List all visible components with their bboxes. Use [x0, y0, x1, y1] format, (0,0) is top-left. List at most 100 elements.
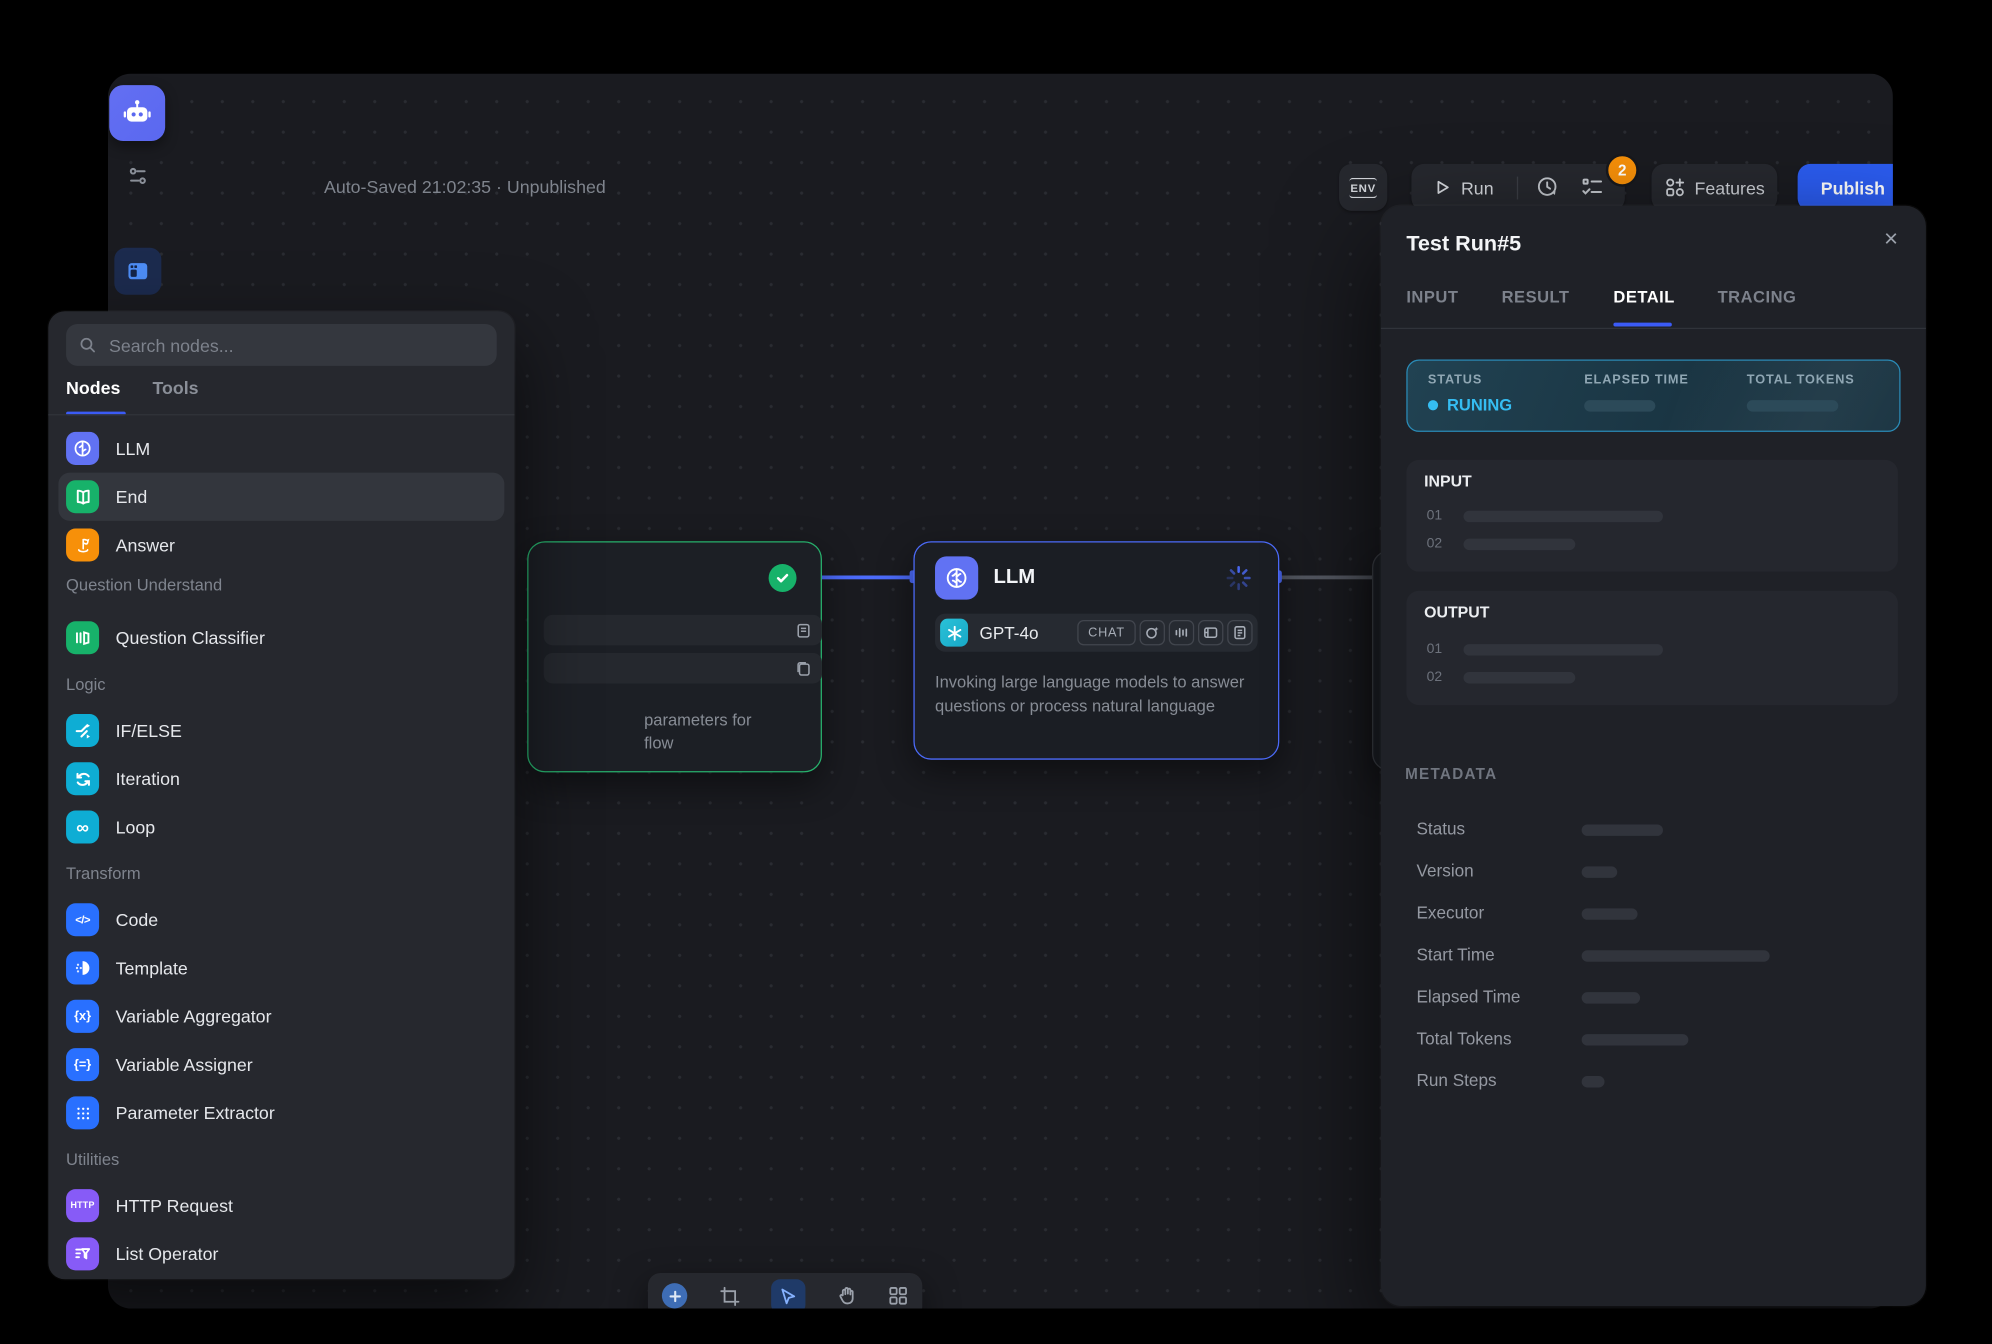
llm-node[interactable]: LLM GPT-4o CHAT	[913, 541, 1279, 760]
skeleton-bar	[1464, 510, 1663, 521]
brain-icon	[944, 565, 969, 590]
node-item-parameter-extractor[interactable]: Parameter Extractor	[58, 1089, 504, 1137]
braces-equals-icon: {=}	[66, 1048, 99, 1081]
skeleton-bar	[1582, 908, 1638, 919]
section-transform: Transform	[66, 860, 141, 885]
node-item-template[interactable]: Template	[58, 944, 504, 992]
skeleton-bar	[1582, 1076, 1605, 1087]
tab-detail[interactable]: DETAIL	[1613, 287, 1674, 306]
metadata-label: Elapsed Time	[1416, 987, 1520, 1006]
divider	[1381, 328, 1926, 329]
file-copy-icon	[795, 660, 812, 677]
total-tokens-label: TOTAL TOKENS	[1747, 373, 1855, 387]
skeleton-bar	[1582, 1034, 1689, 1045]
node-item-answer[interactable]: Answer	[58, 521, 504, 569]
divider	[1516, 176, 1517, 199]
section-logic: Logic	[66, 671, 105, 696]
metadata-label: Total Tokens	[1416, 1029, 1511, 1048]
add-node-button[interactable]	[662, 1283, 687, 1308]
app-logo[interactable]	[109, 85, 165, 141]
node-item-variable-aggregator[interactable]: {x} Variable Aggregator	[58, 992, 504, 1040]
video-capability-icon	[1198, 620, 1223, 645]
node-picker-panel: Nodes Tools LLM End Answer Question Unde…	[48, 311, 514, 1279]
tab-nodes[interactable]: Nodes	[66, 377, 120, 397]
document-capability-icon	[1227, 620, 1252, 645]
skeleton-bar	[1584, 400, 1655, 411]
run-history-icon[interactable]	[1536, 175, 1560, 199]
organize-layout-button[interactable]	[888, 1286, 908, 1306]
code-icon: </>	[66, 903, 99, 936]
plus-circle-icon	[662, 1283, 687, 1308]
node-item-ifelse[interactable]: IF/ELSE	[58, 706, 504, 754]
row-index: 02	[1427, 536, 1443, 551]
close-icon[interactable]: ×	[1884, 226, 1898, 254]
node-item-llm[interactable]: LLM	[58, 424, 504, 472]
panel-title: Test Run#5	[1406, 231, 1521, 256]
openai-icon	[940, 619, 968, 647]
node-item-list-operator[interactable]: List Operator	[58, 1230, 504, 1278]
node-item-variable-assigner[interactable]: {=} Variable Assigner	[58, 1040, 504, 1088]
model-selector[interactable]: GPT-4o CHAT	[935, 614, 1258, 652]
tab-result[interactable]: RESULT	[1502, 287, 1570, 306]
llm-node-title: LLM	[993, 567, 1035, 590]
answer-flag-icon	[66, 528, 99, 561]
search-box[interactable]	[66, 324, 497, 366]
run-button[interactable]: Run	[1411, 177, 1493, 197]
node-item-end[interactable]: End	[58, 473, 504, 521]
node-item-http-request[interactable]: HTTP HTTP Request	[58, 1181, 504, 1229]
skeleton-bar	[1464, 671, 1576, 682]
metadata-label: Status	[1416, 819, 1465, 838]
env-button[interactable]: ENV	[1339, 164, 1387, 211]
skeleton-bar	[1464, 538, 1576, 549]
issues-badge: 2	[1606, 154, 1639, 187]
publish-label: Publish	[1821, 177, 1885, 197]
hand-icon	[837, 1286, 857, 1306]
node-item-code[interactable]: </> Code	[58, 896, 504, 944]
add-note-button[interactable]	[718, 1285, 740, 1307]
preview-window-icon[interactable]	[114, 248, 161, 295]
tab-input[interactable]: INPUT	[1406, 287, 1458, 306]
start-var-row[interactable]	[544, 653, 822, 683]
brain-icon	[66, 432, 99, 465]
audio-capability-icon	[1169, 620, 1194, 645]
llm-node-description: Invoking large language models to answer…	[935, 670, 1258, 718]
autosave-status: Auto-Saved 21:02:35 · Unpublished	[324, 177, 606, 197]
status-label: STATUS	[1428, 373, 1512, 387]
skeleton-bar	[1747, 400, 1838, 411]
skeleton-bar	[1582, 992, 1640, 1003]
test-run-panel: Test Run#5 × INPUT RESULT DETAIL TRACING…	[1381, 206, 1926, 1306]
checklist-icon[interactable]	[1580, 175, 1604, 199]
tab-tools[interactable]: Tools	[152, 377, 198, 397]
skeleton-bar	[1582, 866, 1618, 877]
section-utilities: Utilities	[66, 1146, 119, 1171]
row-index: 01	[1427, 642, 1443, 657]
play-icon	[1434, 179, 1451, 196]
output-card: OUTPUT 01 02	[1406, 591, 1898, 705]
start-node[interactable]: parameters for flow	[527, 541, 822, 772]
filter-list-icon	[66, 1237, 99, 1270]
classifier-icon	[66, 621, 99, 654]
workflow-settings-icon[interactable]	[118, 156, 156, 194]
llm-node-icon	[935, 556, 978, 599]
frame-icon	[718, 1285, 740, 1307]
publish-button[interactable]: Publish	[1798, 164, 1893, 211]
env-icon: ENV	[1349, 177, 1377, 197]
braces-x-icon: {x}	[66, 1000, 99, 1033]
search-input[interactable]	[106, 333, 484, 356]
pointer-tool-button[interactable]	[771, 1279, 805, 1309]
loop-infinity-icon: ∞	[66, 811, 99, 844]
node-item-loop[interactable]: ∞ Loop	[58, 803, 504, 851]
features-button[interactable]: Features	[1652, 164, 1778, 211]
tab-tracing[interactable]: TRACING	[1718, 287, 1797, 306]
node-item-question-classifier[interactable]: Question Classifier	[58, 614, 504, 662]
start-var-row[interactable]	[544, 615, 822, 645]
node-item-iteration[interactable]: Iteration	[58, 755, 504, 803]
hand-tool-button[interactable]	[837, 1286, 857, 1306]
template-icon	[66, 952, 99, 985]
ifelse-icon	[66, 714, 99, 747]
edge-start-llm	[819, 575, 913, 578]
output-title: OUTPUT	[1424, 603, 1489, 621]
metadata-label: Version	[1416, 861, 1473, 880]
features-label: Features	[1695, 177, 1765, 197]
status-value: RUNING	[1447, 395, 1512, 414]
